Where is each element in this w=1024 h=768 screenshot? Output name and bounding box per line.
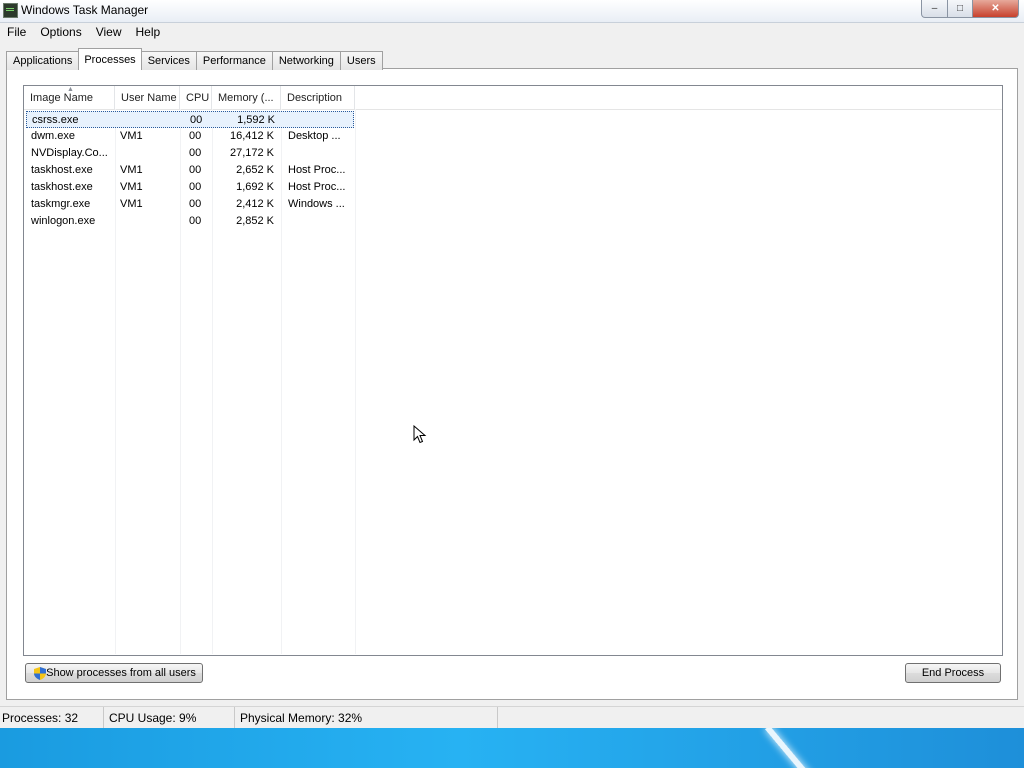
column-user-name[interactable]: User Name (115, 86, 180, 109)
process-user (120, 145, 180, 162)
process-cpu: 00 (189, 198, 202, 210)
close-icon: ✕ (991, 3, 1000, 14)
process-description: Host Proc... (288, 164, 346, 176)
mouse-cursor-icon (413, 425, 427, 444)
process-name: taskhost.exe (31, 181, 93, 193)
table-row[interactable]: dwm.exe VM1 00 16,412 K Desktop ... (24, 128, 354, 145)
menu-file[interactable]: File (0, 25, 33, 39)
menu-view[interactable]: View (89, 25, 129, 39)
process-user: VM1 (120, 181, 143, 193)
tab-services[interactable]: Services (140, 51, 197, 70)
column-description[interactable]: Description (281, 86, 355, 109)
process-name: winlogon.exe (31, 215, 96, 227)
process-description (288, 213, 356, 230)
menu-bar: File Options View Help (0, 22, 1024, 42)
process-name: NVDisplay.Co... (31, 147, 108, 159)
end-process-button[interactable]: End Process (905, 663, 1001, 683)
wallpaper-streak (764, 728, 822, 768)
desktop-background (0, 728, 1024, 768)
table-row[interactable]: taskhost.exe VM1 00 2,652 K Host Proc... (24, 162, 354, 179)
window-title: Windows Task Manager (21, 3, 149, 17)
process-memory: 2,652 K (236, 164, 274, 176)
status-physical-memory: Physical Memory: 32% (235, 707, 498, 729)
task-manager-icon (3, 3, 18, 18)
window-controls: – □ ✕ (921, 0, 1019, 18)
minimize-button[interactable]: – (921, 0, 948, 18)
tab-strip: Applications Processes Services Performa… (6, 48, 383, 70)
close-button[interactable]: ✕ (973, 0, 1019, 18)
maximize-button[interactable]: □ (948, 0, 973, 18)
process-name: csrss.exe (32, 114, 79, 126)
status-cpu-usage: CPU Usage: 9% (104, 707, 235, 729)
process-cpu: 00 (189, 215, 202, 227)
table-row[interactable]: csrss.exe 00 1,592 K (26, 111, 354, 128)
process-cpu: 00 (189, 181, 202, 193)
process-memory: 2,412 K (236, 198, 274, 210)
process-memory: 1,592 K (237, 114, 275, 126)
table-row[interactable]: taskmgr.exe VM1 00 2,412 K Windows ... (24, 196, 354, 213)
process-name: taskmgr.exe (31, 198, 91, 210)
process-user (123, 112, 183, 129)
tab-processes[interactable]: Processes (78, 48, 142, 70)
column-label: Memory (... (218, 92, 274, 104)
tab-networking[interactable]: Networking (271, 51, 341, 70)
process-name: dwm.exe (31, 130, 76, 142)
process-description: Windows ... (288, 198, 345, 210)
minimize-icon: – (931, 3, 938, 14)
table-row[interactable]: NVDisplay.Co... 00 27,172 K (24, 145, 354, 162)
process-description (288, 145, 356, 162)
tab-applications[interactable]: Applications (6, 51, 80, 70)
end-process-label: End Process (921, 667, 985, 679)
column-cpu[interactable]: CPU (180, 86, 212, 109)
process-user: VM1 (120, 164, 143, 176)
uac-shield-icon (34, 667, 46, 680)
status-processes: Processes: 32 (0, 707, 104, 729)
sort-ascending-icon: ▲ (67, 86, 74, 93)
process-memory: 1,692 K (236, 181, 274, 193)
process-cpu: 00 (189, 164, 202, 176)
process-list[interactable]: ▲ Image Name User Name CPU Memory (... D… (23, 85, 1003, 656)
process-description (291, 112, 359, 129)
process-cpu: 00 (189, 147, 202, 159)
column-label: CPU (186, 92, 210, 104)
process-cpu: 00 (189, 130, 202, 142)
menu-help[interactable]: Help (129, 25, 168, 39)
tab-performance[interactable]: Performance (195, 51, 273, 70)
process-memory: 27,172 K (229, 147, 274, 159)
show-all-processes-button[interactable]: Show processes from all users (25, 663, 203, 683)
list-header: ▲ Image Name User Name CPU Memory (... D… (24, 86, 1002, 110)
process-name: taskhost.exe (31, 164, 93, 176)
status-bar: Processes: 32 CPU Usage: 9% Physical Mem… (0, 706, 1024, 729)
table-row[interactable]: winlogon.exe 00 2,852 K (24, 213, 354, 230)
tab-users[interactable]: Users (339, 51, 383, 70)
show-all-processes-label: Show processes from all users (46, 667, 196, 679)
column-label: User Name (121, 92, 177, 104)
process-user: VM1 (120, 198, 143, 210)
menu-options[interactable]: Options (33, 25, 88, 39)
maximize-icon: □ (956, 3, 964, 14)
process-description: Desktop ... (288, 130, 341, 142)
column-label: Image Name (30, 92, 93, 104)
table-row[interactable]: taskhost.exe VM1 00 1,692 K Host Proc... (24, 179, 354, 196)
process-user (120, 213, 180, 230)
column-label: Description (287, 92, 343, 104)
process-cpu: 00 (190, 114, 203, 126)
column-memory[interactable]: Memory (... (212, 86, 281, 109)
process-memory: 2,852 K (236, 215, 274, 227)
process-memory: 16,412 K (229, 130, 274, 142)
title-bar[interactable]: Windows Task Manager – □ ✕ (0, 0, 1024, 23)
process-user: VM1 (120, 130, 143, 142)
process-description: Host Proc... (288, 181, 346, 193)
column-image-name[interactable]: ▲ Image Name (24, 86, 115, 109)
